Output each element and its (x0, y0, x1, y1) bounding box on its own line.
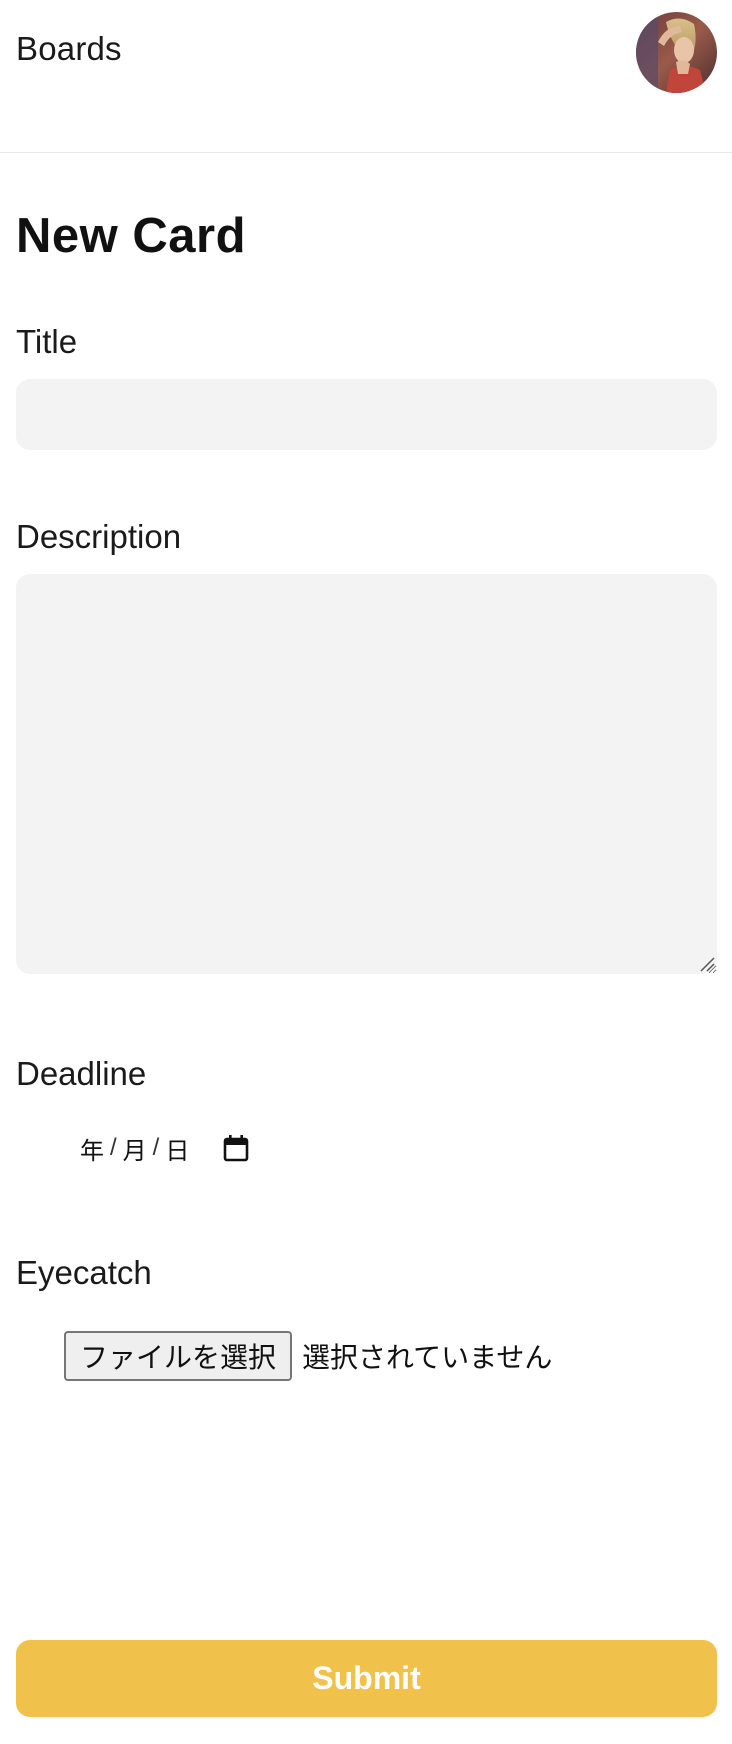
user-avatar[interactable] (636, 12, 717, 93)
title-label: Title (16, 323, 78, 360)
eyecatch-label: Eyecatch (16, 1254, 152, 1291)
deadline-date-input[interactable]: 年 / 月 / 日 (80, 1130, 249, 1166)
submit-button[interactable]: Submit (16, 1640, 717, 1717)
app-header: Boards (0, 0, 732, 153)
description-textarea[interactable] (16, 574, 717, 974)
boards-link[interactable]: Boards (16, 30, 122, 68)
deadline-label: Deadline (16, 1055, 147, 1092)
eyecatch-file-input[interactable]: ファイルを選択 選択されていません (64, 1331, 552, 1381)
page-title: New Card (16, 209, 247, 263)
date-year-segment[interactable]: 年 (80, 1131, 104, 1166)
file-status-text: 選択されていません (302, 1341, 553, 1374)
avatar-image (636, 12, 717, 93)
choose-file-button[interactable]: ファイルを選択 (64, 1331, 293, 1381)
date-day-segment[interactable]: 日 (165, 1131, 189, 1166)
title-input[interactable] (16, 379, 717, 450)
resize-handle-icon[interactable] (698, 955, 715, 972)
description-label: Description (16, 518, 182, 555)
date-separator: / (110, 1134, 117, 1161)
calendar-icon[interactable] (223, 1134, 249, 1162)
date-month-segment[interactable]: 月 (123, 1131, 147, 1166)
date-separator: / (152, 1134, 160, 1161)
